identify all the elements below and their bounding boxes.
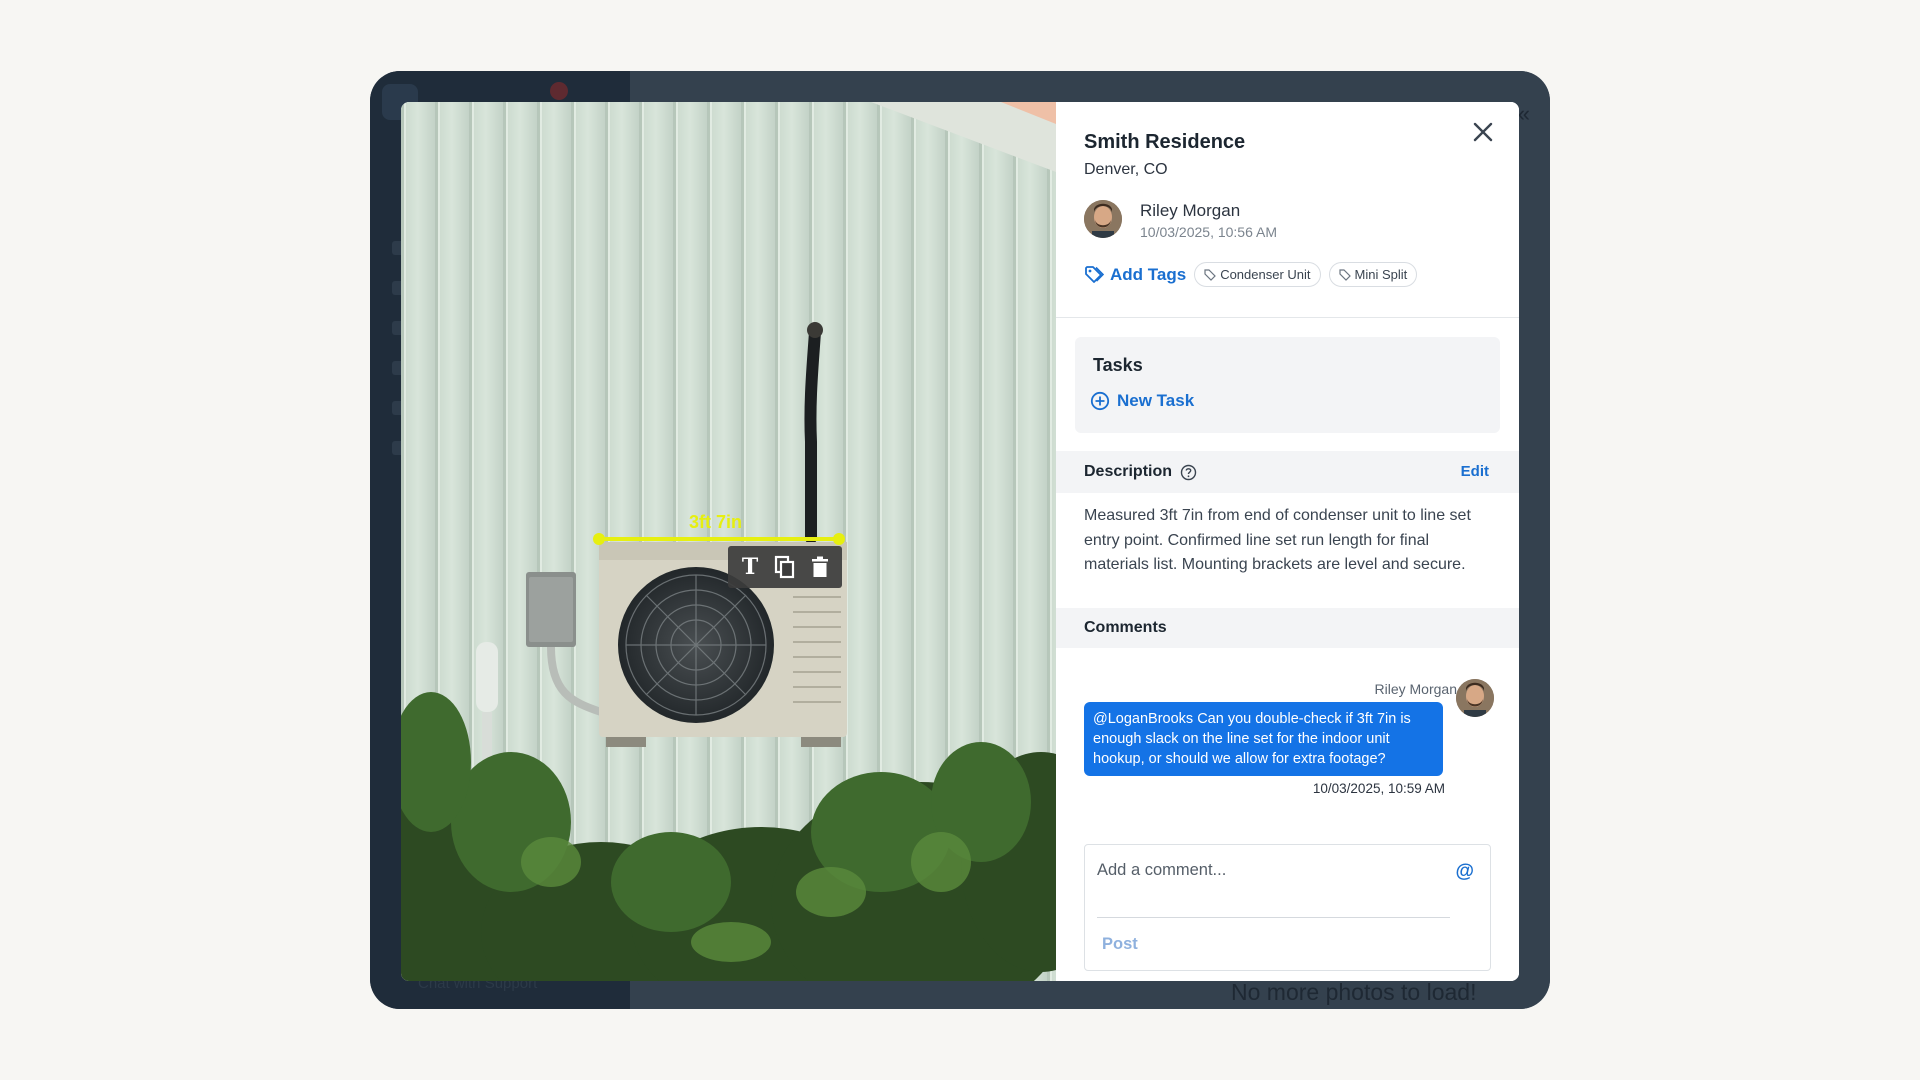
measurement-label[interactable]: 3ft 7in [689, 512, 742, 533]
new-task-button[interactable]: New Task [1090, 391, 1194, 411]
photo-viewer[interactable]: 3ft 7in T [401, 102, 1056, 981]
comments-header: Comments [1056, 608, 1519, 648]
comment-input[interactable] [1097, 861, 1427, 880]
tag-icon [1085, 265, 1104, 283]
tag-label: Mini Split [1354, 267, 1408, 282]
plus-circle-icon [1090, 391, 1110, 411]
annotation-toolbar: T [728, 546, 842, 588]
comment-timestamp: 10/03/2025, 10:59 AM [1312, 781, 1445, 796]
description-header: Description Edit [1056, 451, 1519, 493]
tag-icon [1338, 268, 1351, 281]
tags-row: Add Tags Condenser Unit Mini Split [1084, 262, 1418, 287]
photo-image [401, 102, 1056, 981]
photo-detail-modal: 3ft 7in T Smith Residence Denver, CO Ril… [401, 102, 1519, 981]
description-text: Measured 3ft 7in from end of condenser u… [1084, 507, 1471, 573]
edit-description-button[interactable]: Edit [1461, 463, 1489, 480]
tasks-title: Tasks [1093, 355, 1143, 375]
author-name: Riley Morgan [1140, 201, 1241, 220]
mention-icon[interactable]: @ [1455, 861, 1474, 883]
notification-badge [550, 82, 568, 100]
new-task-label: New Task [1117, 391, 1195, 410]
tag-chip[interactable]: Mini Split [1328, 262, 1418, 287]
divider [1056, 317, 1519, 318]
tag-chip[interactable]: Condenser Unit [1194, 262, 1321, 287]
details-panel: Smith Residence Denver, CO Riley Morgan … [1056, 102, 1519, 981]
add-tags-button[interactable]: Add Tags [1084, 265, 1186, 285]
location-text: Denver, CO [1084, 161, 1168, 178]
empty-state-text: No more photos to load! [1231, 979, 1477, 1005]
add-tags-label: Add Tags [1110, 264, 1187, 284]
post-button[interactable]: Post [1102, 935, 1138, 954]
page-title: Smith Residence [1084, 131, 1246, 153]
comment-author: Riley Morgan [1374, 681, 1457, 697]
help-icon[interactable] [1180, 464, 1197, 481]
trash-icon[interactable] [807, 554, 833, 580]
text-tool-icon[interactable]: T [737, 554, 763, 580]
tag-icon [1204, 268, 1217, 281]
tasks-section: Tasks New Task [1075, 337, 1500, 433]
divider [1097, 917, 1450, 918]
comments-title: Comments [1084, 619, 1167, 636]
description-title-text: Description [1084, 463, 1173, 480]
copy-icon[interactable] [772, 554, 798, 580]
avatar [1084, 200, 1122, 238]
comment-bubble: @LoganBrooks Can you double-check if 3ft… [1084, 702, 1443, 776]
comment-composer: @ Post [1084, 844, 1491, 971]
author-timestamp: 10/03/2025, 10:56 AM [1140, 224, 1277, 240]
description-title: Description [1084, 463, 1197, 481]
avatar [1456, 679, 1494, 717]
tag-label: Condenser Unit [1220, 267, 1311, 282]
collapse-panel-icon[interactable]: « [1518, 101, 1530, 127]
close-icon[interactable] [1467, 116, 1499, 148]
